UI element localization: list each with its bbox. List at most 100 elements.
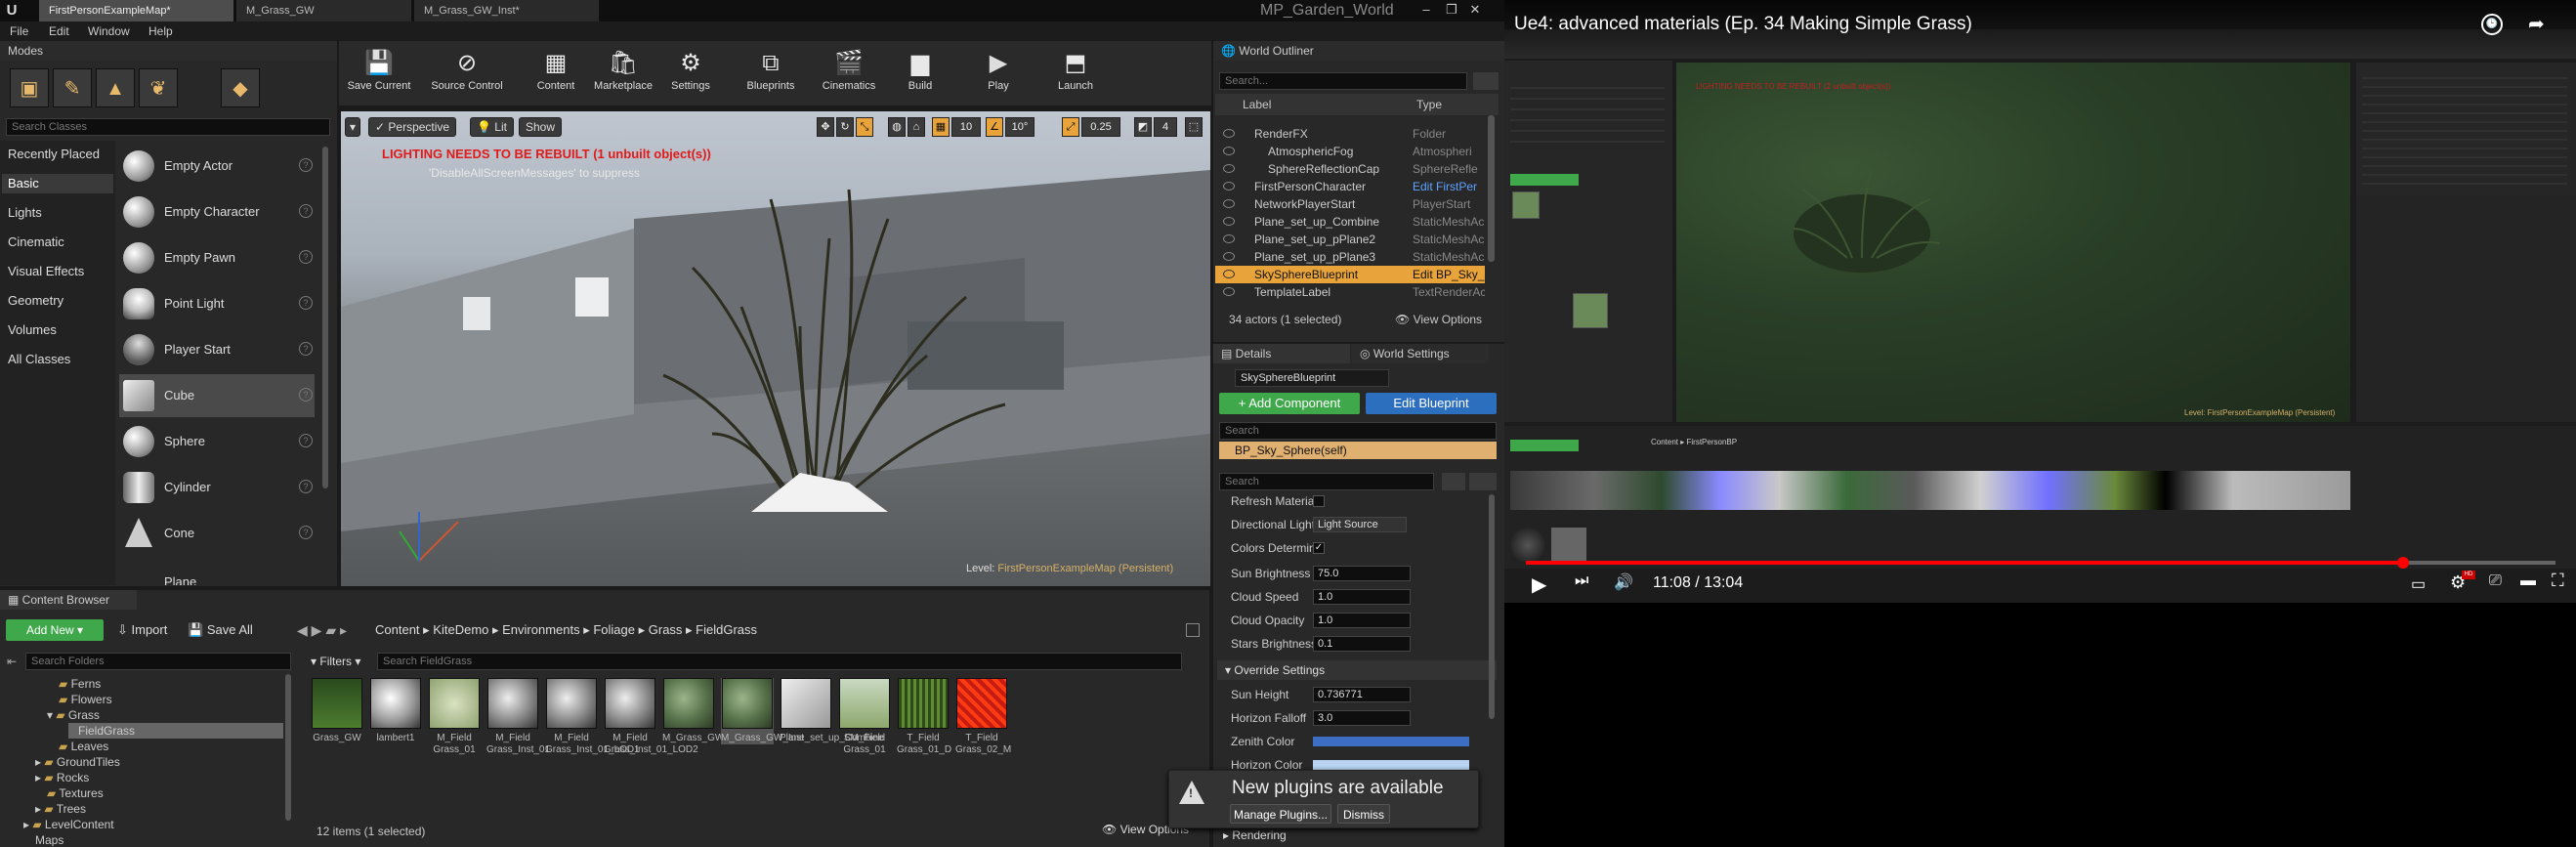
outliner-row[interactable]: Plane_set_up_pPlane3 StaticMeshAc	[1215, 248, 1485, 266]
theater-icon[interactable]: ▬	[2520, 572, 2536, 590]
asset-tile[interactable]: M_Grass_GW	[662, 678, 724, 744]
place-sphere[interactable]: Sphere?	[119, 420, 315, 463]
world-icon[interactable]: ◍	[888, 117, 906, 137]
colors-checkbox[interactable]: ✓	[1313, 542, 1325, 554]
horizon-color-swatch[interactable]	[1313, 760, 1469, 770]
zenith-color-swatch[interactable]	[1313, 737, 1469, 746]
perspective-button[interactable]: ✓ Perspective	[368, 117, 457, 137]
eye-icon[interactable]	[1223, 129, 1235, 138]
import-button[interactable]: ⇩ Import	[117, 619, 167, 641]
breadcrumb-item[interactable]: Grass	[649, 622, 683, 637]
menu-window[interactable]: Window	[88, 21, 130, 41]
eye-icon[interactable]	[1223, 182, 1235, 191]
progress-scrubber[interactable]	[2397, 557, 2409, 569]
property-matrix-icon[interactable]	[1442, 473, 1465, 490]
actor-name-field[interactable]: SkySphereBlueprint	[1235, 369, 1389, 387]
place-cylinder[interactable]: Cylinder?	[119, 466, 315, 509]
filters-button[interactable]: ▾ Filters ▾	[311, 653, 360, 670]
video-frame[interactable]: LIGHTING NEEDS TO BE REBUILT (2 unbuilt …	[1504, 0, 2576, 603]
place-cube[interactable]: Cube?	[119, 374, 315, 417]
camera-speed-value[interactable]: 4	[1154, 117, 1177, 137]
volume-icon[interactable]: 🔊	[1614, 572, 1633, 592]
sun-height-input[interactable]: 0.736771	[1313, 687, 1411, 702]
horizon-falloff-input[interactable]: 3.0	[1313, 710, 1411, 726]
eye-icon[interactable]	[1223, 147, 1235, 155]
marketplace-button[interactable]: 🛍 Marketplace	[586, 47, 660, 102]
help-icon[interactable]: ?	[299, 480, 313, 493]
subtitles-icon[interactable]: ▭	[2411, 574, 2426, 594]
menu-help[interactable]: Help	[148, 21, 173, 41]
search-assets-input[interactable]: Search FieldGrass	[377, 653, 1182, 670]
outliner-row[interactable]: TemplateLabel TextRenderAc	[1215, 283, 1485, 301]
outliner-row-selected[interactable]: SkySphereBlueprint Edit BP_Sky_	[1215, 266, 1485, 283]
history-nav[interactable]: ◀ ▶ ▰ ▸	[297, 619, 347, 641]
fullscreen-icon[interactable]: ⛶	[2552, 571, 2564, 591]
components-search-input[interactable]: Search	[1219, 422, 1497, 440]
place-plane[interactable]: Plane	[119, 558, 315, 585]
outliner-row[interactable]: Plane_set_up_pPlane2 StaticMeshAc	[1215, 231, 1485, 248]
folder-textures[interactable]: ▰ Textures	[47, 785, 104, 801]
cloud-speed-input[interactable]: 1.0	[1313, 589, 1411, 605]
directional-light-select[interactable]: Light Source	[1313, 517, 1407, 532]
stars-brightness-input[interactable]: 0.1	[1313, 636, 1411, 652]
blueprints-button[interactable]: ⧉ Blueprints	[734, 47, 808, 102]
foliage-mode-icon[interactable]: ❦	[139, 68, 178, 107]
viewport-options-button[interactable]: ▾	[345, 117, 361, 137]
dismiss-button[interactable]: Dismiss	[1337, 804, 1390, 824]
minimize-icon[interactable]: –	[1416, 0, 1436, 20]
add-component-button[interactable]: + Add Component	[1219, 393, 1360, 414]
place-point-light[interactable]: Point Light?	[119, 282, 315, 325]
sun-brightness-input[interactable]: 75.0	[1313, 566, 1411, 581]
next-icon[interactable]: ⏭	[1575, 572, 1588, 590]
menu-edit[interactable]: Edit	[49, 21, 69, 41]
folder-levelcontent[interactable]: ▸ ▰ LevelContent	[23, 817, 114, 832]
place-empty-character[interactable]: Empty Character?	[119, 191, 315, 233]
search-classes-input[interactable]: Search Classes	[6, 118, 330, 136]
asset-tile-selected[interactable]: M_Grass_GW_Inst	[721, 678, 804, 744]
maximize-icon[interactable]: ❐	[1442, 0, 1461, 20]
search-folders-input[interactable]: Search Folders	[25, 653, 291, 670]
rendering-section[interactable]: ▸ Rendering	[1223, 828, 1287, 842]
asset-tile[interactable]: M_Field Grass_Inst_01_LOD1	[545, 678, 640, 756]
content-browser-tab[interactable]: ▦ Content Browser	[0, 590, 137, 610]
edit-blueprint-button[interactable]: Edit Blueprint	[1366, 393, 1497, 414]
eye-icon[interactable]	[1223, 287, 1235, 296]
eye-icon[interactable]	[1223, 164, 1235, 173]
breadcrumb-item[interactable]: FieldGrass	[696, 622, 757, 637]
outliner-row[interactable]: RenderFX Folder	[1215, 125, 1485, 143]
outliner-row[interactable]: FirstPersonCharacter Edit FirstPer	[1215, 178, 1485, 195]
asset-tile[interactable]: Plane_set_up_Combine	[780, 678, 884, 744]
category-cinematic[interactable]: Cinematic	[8, 233, 64, 252]
asset-tile[interactable]: SM_Field Grass_01	[838, 678, 891, 756]
eye-icon[interactable]	[1223, 252, 1235, 261]
paint-mode-icon[interactable]: ✎	[53, 68, 92, 107]
place-empty-actor[interactable]: Empty Actor?	[119, 145, 315, 188]
breadcrumb-item[interactable]: Environments	[502, 622, 579, 637]
grid-snap-icon[interactable]: ▦	[932, 117, 950, 137]
help-icon[interactable]: ?	[299, 342, 313, 356]
folder-maps[interactable]: Maps	[35, 832, 63, 846]
place-player-start[interactable]: Player Start?	[119, 328, 315, 371]
collapse-icon[interactable]: ⇤	[2, 653, 21, 670]
cinematics-button[interactable]: 🎬 Cinematics	[813, 47, 885, 102]
outliner-settings-icon[interactable]	[1473, 72, 1499, 90]
component-self[interactable]: BP_Sky_Sphere(self)	[1219, 442, 1497, 459]
tab-details[interactable]: ▤ Details	[1213, 344, 1350, 363]
eye-icon[interactable]	[1223, 199, 1235, 208]
scale-snap-icon[interactable]: ⤢	[1062, 117, 1079, 137]
category-visual-effects[interactable]: Visual Effects	[8, 262, 84, 281]
rotation-snap-value[interactable]: 10°	[1005, 117, 1035, 137]
content-button[interactable]: ▦ Content	[522, 47, 590, 102]
help-icon[interactable]: ?	[299, 434, 313, 447]
lock-icon[interactable]	[1186, 623, 1200, 637]
cast-icon[interactable]: ⎚	[2489, 572, 2502, 590]
folders-scrollbar[interactable]	[285, 674, 291, 821]
lit-button[interactable]: 💡 Lit	[470, 117, 514, 137]
rotate-icon[interactable]: ↻	[836, 117, 854, 137]
help-icon[interactable]: ?	[299, 526, 313, 539]
folder-leaves[interactable]: ▰ Leaves	[59, 739, 108, 754]
launch-button[interactable]: ⬒ Launch	[1043, 47, 1108, 102]
category-volumes[interactable]: Volumes	[8, 320, 57, 340]
maximize-viewport-icon[interactable]: ⬚	[1185, 117, 1203, 137]
modes-scrollbar[interactable]	[322, 147, 328, 488]
